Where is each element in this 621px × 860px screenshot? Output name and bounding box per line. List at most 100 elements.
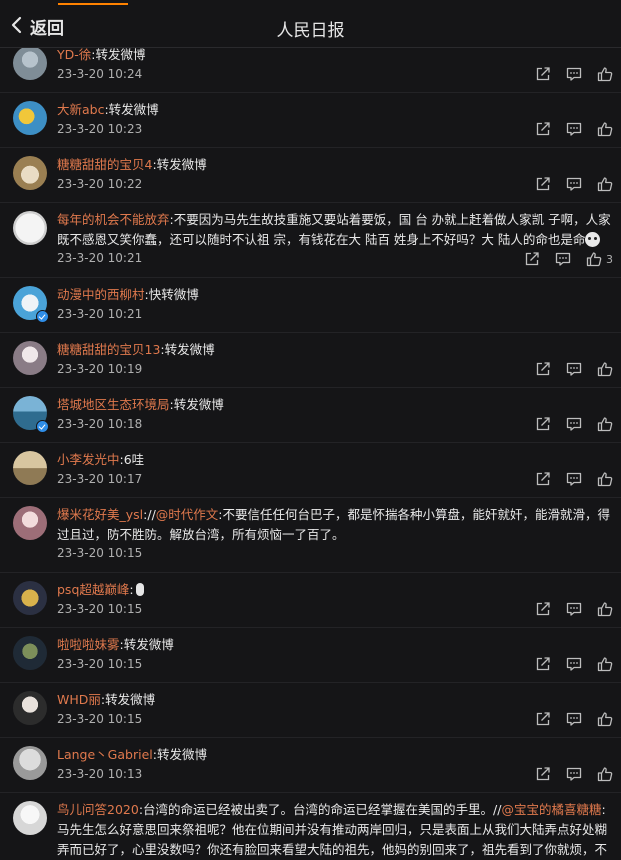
avatar[interactable]: [13, 746, 47, 780]
comment-icon[interactable]: [566, 766, 582, 782]
comment-actions: [520, 656, 613, 672]
comment-time: 23-3-20 10:24: [57, 67, 143, 81]
comment-icon[interactable]: [555, 251, 571, 267]
avatar[interactable]: [13, 801, 47, 835]
comment-username[interactable]: 塔城地区生态环境局: [57, 397, 170, 412]
comment-text: :6哇: [119, 452, 145, 467]
thumbs-up-icon[interactable]: [597, 361, 613, 377]
share-icon[interactable]: [535, 656, 551, 672]
share-icon[interactable]: [535, 66, 551, 82]
share-icon[interactable]: [535, 176, 551, 192]
thumbs-up-icon[interactable]: [597, 176, 613, 192]
comment-time: 23-3-20 10:17: [57, 472, 143, 486]
comment-time: 23-3-20 10:15: [57, 602, 143, 616]
comment-text-prefix: ://: [143, 507, 156, 522]
comment-username[interactable]: 鸟儿问答2020: [57, 802, 139, 817]
share-icon[interactable]: [535, 361, 551, 377]
comment-time: 23-3-20 10:19: [57, 362, 143, 376]
comment-row: 塔城地区生态环境局:转发微博 23-3-20 10:18: [0, 388, 621, 443]
comment-icon[interactable]: [566, 121, 582, 137]
comment-actions: [520, 66, 613, 82]
thumbs-up-icon[interactable]: [597, 766, 613, 782]
comment-row: 爆米花好美_ysl://@时代作文:不要信任任何台巴子，都是怀揣各种小算盘，能奸…: [0, 498, 621, 573]
comment-username[interactable]: WHD丽: [57, 692, 101, 707]
comment-username[interactable]: 动漫中的西柳村: [57, 287, 145, 302]
comment-mention[interactable]: @宝宝的橘喜糖糖: [501, 802, 601, 817]
comment-time: 23-3-20 10:21: [57, 307, 143, 321]
share-icon[interactable]: [524, 251, 540, 267]
comment-time: 23-3-20 10:15: [57, 712, 143, 726]
comment-row: 动漫中的西柳村:快转微博 23-3-20 10:21: [0, 278, 621, 333]
comment-username[interactable]: 糖糖甜甜的宝贝4: [57, 157, 152, 172]
avatar[interactable]: [13, 581, 47, 615]
comment-actions: [520, 471, 613, 487]
avatar[interactable]: [13, 451, 47, 485]
comment-text: :台湾的命运已经被出卖了。台湾的命运已经掌握在美国的手里。//: [138, 802, 502, 817]
comment-time: 23-3-20 10:15: [57, 546, 143, 560]
thumbs-up-icon[interactable]: [597, 416, 613, 432]
share-icon[interactable]: [535, 416, 551, 432]
comment-icon[interactable]: [566, 711, 582, 727]
comment-username[interactable]: Lange丶Gabriel: [57, 747, 153, 762]
comment-row: 糖糖甜甜的宝贝4:转发微博 23-3-20 10:22: [0, 148, 621, 203]
comment-icon[interactable]: [566, 66, 582, 82]
thumbs-up-icon[interactable]: [586, 251, 602, 267]
comment-time: 23-3-20 10:22: [57, 177, 143, 191]
comment-icon[interactable]: [566, 361, 582, 377]
avatar[interactable]: [13, 506, 47, 540]
comment-row: 小李发光中:6哇 23-3-20 10:17: [0, 443, 621, 498]
comment-actions: [520, 416, 613, 432]
comment-username[interactable]: 啦啦啦妹雾: [57, 637, 120, 652]
comment-icon[interactable]: [566, 471, 582, 487]
comment-text: :转发微博: [160, 342, 215, 357]
share-icon[interactable]: [535, 766, 551, 782]
thumbs-up-icon[interactable]: [597, 121, 613, 137]
comment-actions: [520, 361, 613, 377]
comment-row: 每年的机会不能放弃:不要因为马先生故技重施又要站着要饭，国 台 办就上赶着做人家…: [0, 203, 621, 278]
comment-username[interactable]: 小李发光中: [57, 452, 120, 467]
comment-text: :: [129, 582, 134, 597]
thumbs-up-icon[interactable]: [597, 601, 613, 617]
comment-icon[interactable]: [566, 176, 582, 192]
comment-username[interactable]: YD-徐: [57, 48, 91, 62]
avatar[interactable]: [13, 341, 47, 375]
comment-mention[interactable]: @时代作文: [156, 507, 219, 522]
comment-username[interactable]: 每年的机会不能放弃: [57, 212, 170, 227]
comment-row: Lange丶Gabriel:转发微博 23-3-20 10:13: [0, 738, 621, 793]
comment-text: :转发微博: [119, 637, 174, 652]
share-icon[interactable]: [535, 711, 551, 727]
comment-actions: [520, 121, 613, 137]
comment-text: :转发微博: [152, 747, 207, 762]
verified-badge-icon: [36, 310, 49, 323]
top-bar: 返回 人民日报: [0, 0, 621, 48]
page-title: 人民日报: [276, 21, 345, 41]
comment-actions: [520, 176, 613, 192]
avatar[interactable]: [13, 691, 47, 725]
comment-icon[interactable]: [566, 416, 582, 432]
comment-icon[interactable]: [566, 656, 582, 672]
comment-actions: [520, 601, 613, 617]
comment-username[interactable]: psq超越巅峰: [57, 582, 129, 597]
avatar[interactable]: [13, 101, 47, 135]
comment-username[interactable]: 大新abc: [57, 102, 104, 117]
thumbs-up-icon[interactable]: [597, 656, 613, 672]
share-icon[interactable]: [535, 121, 551, 137]
comment-list[interactable]: YD-徐:转发微博 23-3-20 10:24 大新abc:转发微博 23-3-…: [0, 48, 621, 860]
thumbs-up-icon[interactable]: [597, 711, 613, 727]
share-icon[interactable]: [535, 601, 551, 617]
comment-username[interactable]: 爆米花好美_ysl: [57, 507, 143, 522]
comment-row: psq超越巅峰: 23-3-20 10:15: [0, 573, 621, 628]
thumbs-up-icon[interactable]: [597, 66, 613, 82]
comment-username[interactable]: 糖糖甜甜的宝贝13: [57, 342, 160, 357]
avatar[interactable]: [13, 636, 47, 670]
comment-text: :转发微博: [100, 692, 156, 707]
comment-icon[interactable]: [566, 601, 582, 617]
thumbs-up-icon[interactable]: [597, 471, 613, 487]
avatar[interactable]: [13, 156, 47, 190]
comment-time: 23-3-20 10:21: [57, 251, 143, 265]
comment-row: YD-徐:转发微博 23-3-20 10:24: [0, 48, 621, 93]
avatar[interactable]: [13, 211, 47, 245]
share-icon[interactable]: [535, 471, 551, 487]
avatar[interactable]: [13, 48, 47, 80]
comment-text: :转发微博: [104, 102, 159, 117]
